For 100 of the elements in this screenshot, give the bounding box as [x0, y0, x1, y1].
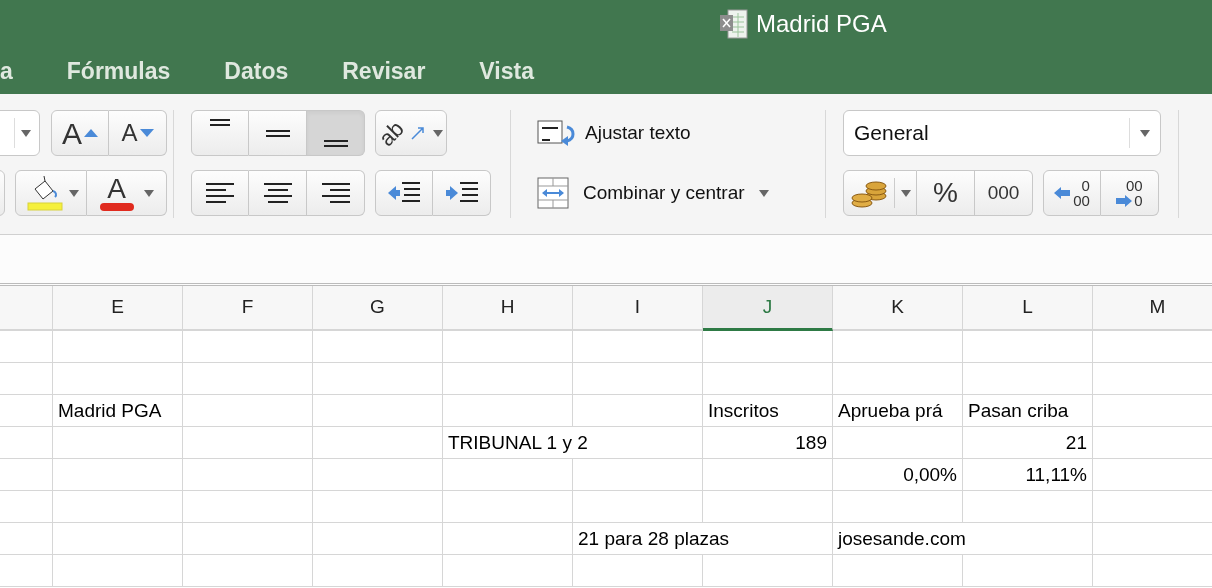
table-cell[interactable] — [313, 523, 443, 555]
table-cell[interactable] — [703, 459, 833, 491]
table-cell[interactable] — [703, 363, 833, 395]
table-cell[interactable] — [0, 331, 53, 363]
table-cell[interactable]: Inscritos — [703, 395, 833, 427]
table-cell[interactable]: 21 para 28 plazas — [573, 523, 833, 555]
table-cell[interactable] — [443, 363, 573, 395]
table-cell[interactable] — [833, 363, 963, 395]
table-cell[interactable] — [183, 459, 313, 491]
column-header[interactable]: F — [183, 286, 313, 331]
ribbon-tab[interactable]: Fórmulas — [39, 55, 198, 87]
column-header[interactable]: G — [313, 286, 443, 331]
align-button[interactable] — [191, 110, 249, 156]
table-cell[interactable] — [573, 491, 703, 523]
table-cell[interactable] — [443, 555, 573, 587]
table-cell[interactable] — [0, 555, 53, 587]
table-cell[interactable] — [183, 555, 313, 587]
percent-button[interactable]: % — [917, 170, 975, 216]
column-header[interactable] — [0, 286, 53, 331]
table-cell[interactable] — [0, 427, 53, 459]
table-cell[interactable] — [0, 491, 53, 523]
table-cell[interactable]: 11,11% — [963, 459, 1093, 491]
table-cell[interactable] — [443, 459, 573, 491]
increase-indent-button[interactable] — [433, 170, 491, 216]
table-cell[interactable] — [0, 363, 53, 395]
align-button[interactable] — [307, 170, 365, 216]
table-cell[interactable] — [313, 331, 443, 363]
table-cell[interactable] — [53, 555, 183, 587]
table-cell[interactable]: Pasan criba — [963, 395, 1093, 427]
column-header[interactable]: H — [443, 286, 573, 331]
table-cell[interactable] — [313, 427, 443, 459]
table-cell[interactable]: 189 — [703, 427, 833, 459]
align-button[interactable] — [249, 110, 307, 156]
table-cell[interactable] — [703, 491, 833, 523]
table-cell[interactable] — [573, 363, 703, 395]
column-header[interactable]: E — [53, 286, 183, 331]
align-button[interactable] — [191, 170, 249, 216]
table-cell[interactable]: Madrid PGA — [53, 395, 183, 427]
table-cell[interactable] — [53, 363, 183, 395]
table-cell[interactable] — [703, 331, 833, 363]
grow-font-button[interactable]: A — [51, 110, 109, 156]
table-cell[interactable] — [183, 427, 313, 459]
column-header[interactable]: J — [703, 286, 833, 331]
ribbon-tab[interactable]: a — [0, 55, 40, 87]
table-cell[interactable] — [573, 331, 703, 363]
table-cell[interactable] — [313, 555, 443, 587]
column-header[interactable]: K — [833, 286, 963, 331]
increase-decimal-button[interactable]: 0 00 — [1043, 170, 1101, 216]
table-cell[interactable] — [313, 395, 443, 427]
table-cell[interactable] — [53, 427, 183, 459]
column-header[interactable]: I — [573, 286, 703, 331]
table-cell[interactable] — [183, 523, 313, 555]
table-cell[interactable] — [443, 395, 573, 427]
table-cell[interactable]: josesande.com — [833, 523, 1093, 555]
table-cell[interactable] — [313, 363, 443, 395]
font-color-button[interactable]: A — [87, 170, 167, 216]
align-button[interactable] — [307, 110, 365, 156]
table-cell[interactable]: TRIBUNAL 1 y 2 — [443, 427, 703, 459]
wrap-text-button[interactable]: Ajustar texto — [537, 110, 825, 156]
number-format-dropdown[interactable]: General — [843, 110, 1161, 156]
column-header[interactable]: L — [963, 286, 1093, 331]
shrink-font-button[interactable]: A — [109, 110, 167, 156]
table-cell[interactable] — [573, 395, 703, 427]
decrease-indent-button[interactable] — [375, 170, 433, 216]
table-cell[interactable] — [963, 491, 1093, 523]
table-cell[interactable] — [0, 459, 53, 491]
table-cell[interactable] — [183, 491, 313, 523]
table-cell[interactable]: 21 — [963, 427, 1093, 459]
currency-button[interactable] — [843, 170, 917, 216]
table-cell[interactable] — [963, 363, 1093, 395]
table-cell[interactable] — [443, 491, 573, 523]
table-cell[interactable] — [0, 395, 53, 427]
table-cell[interactable] — [183, 363, 313, 395]
table-cell[interactable] — [53, 459, 183, 491]
thousands-button[interactable]: 000 — [975, 170, 1033, 216]
table-cell[interactable]: Aprueba prá — [833, 395, 963, 427]
table-cell[interactable] — [833, 427, 963, 459]
ribbon-tab[interactable]: Vista — [452, 55, 561, 87]
decrease-decimal-button[interactable]: 00 0 — [1101, 170, 1159, 216]
column-header[interactable]: M — [1093, 286, 1212, 331]
table-cell[interactable] — [833, 491, 963, 523]
merge-center-button[interactable]: Combinar y centrar — [537, 170, 825, 216]
table-cell[interactable] — [833, 555, 963, 587]
table-cell[interactable] — [573, 555, 703, 587]
align-button[interactable] — [249, 170, 307, 216]
table-cell[interactable] — [53, 523, 183, 555]
table-cell[interactable] — [443, 523, 573, 555]
table-cell[interactable] — [963, 555, 1093, 587]
fill-color-button[interactable] — [15, 170, 87, 216]
table-cell[interactable] — [183, 331, 313, 363]
table-cell[interactable] — [183, 395, 313, 427]
ribbon-tab[interactable]: Datos — [197, 55, 316, 87]
table-cell[interactable] — [573, 459, 703, 491]
ribbon-tab[interactable]: Revisar — [315, 55, 453, 87]
table-cell[interactable] — [0, 523, 53, 555]
font-size-field[interactable] — [0, 110, 40, 156]
table-cell[interactable] — [53, 331, 183, 363]
table-cell[interactable] — [443, 331, 573, 363]
table-cell[interactable] — [53, 491, 183, 523]
table-cell[interactable] — [833, 331, 963, 363]
